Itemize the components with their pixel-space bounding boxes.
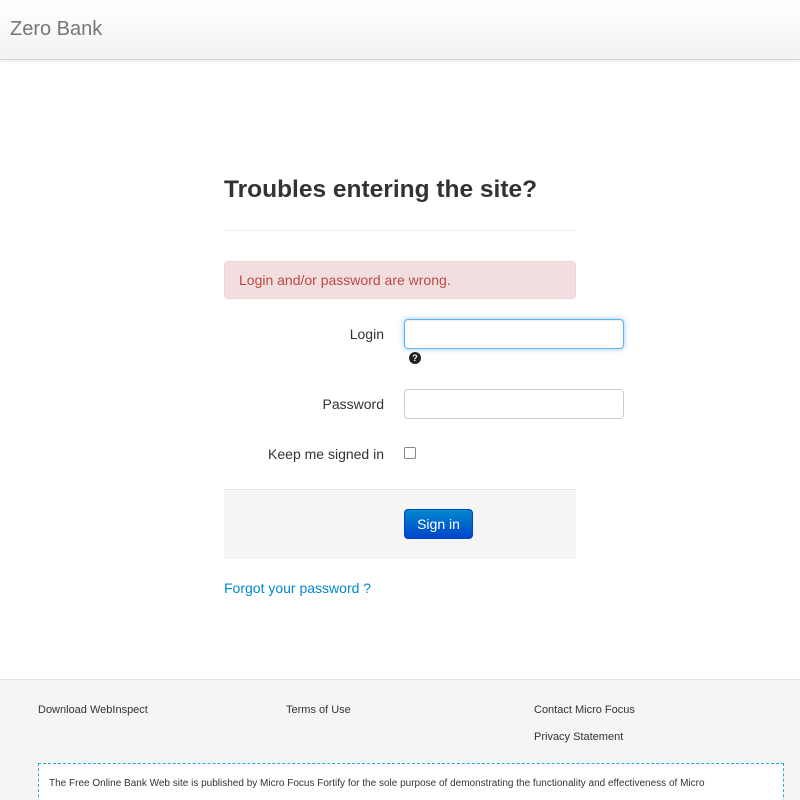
page-title: Troubles entering the site? <box>224 176 538 203</box>
brand-link[interactable]: Zero Bank <box>10 18 102 41</box>
footer-link-privacy-statement[interactable]: Privacy Statement <box>534 731 623 743</box>
form-actions <box>224 489 576 559</box>
title-divider <box>224 230 576 231</box>
keep-signed-in-checkbox[interactable] <box>404 447 416 459</box>
password-input[interactable] <box>404 389 624 419</box>
login-input[interactable] <box>404 319 624 349</box>
error-alert: Login and/or password are wrong. <box>224 261 576 299</box>
disclaimer-text: The Free Online Bank Web site is publish… <box>49 778 705 789</box>
disclaimer-box: The Free Online Bank Web site is publish… <box>38 763 784 800</box>
password-label: Password <box>322 396 384 412</box>
top-navbar: Zero Bank <box>0 0 800 60</box>
footer-link-terms-of-use[interactable]: Terms of Use <box>286 704 351 716</box>
help-question-icon[interactable]: ? <box>409 352 421 364</box>
keep-signed-in-label: Keep me signed in <box>268 446 384 462</box>
sign-in-button[interactable]: Sign in <box>404 509 473 539</box>
footer-link-download-webinspect[interactable]: Download WebInspect <box>38 704 148 716</box>
error-alert-text: Login and/or password are wrong. <box>239 272 451 288</box>
login-label: Login <box>349 326 384 342</box>
footer-link-contact[interactable]: Contact Micro Focus <box>534 704 635 716</box>
forgot-password-link[interactable]: Forgot your password ? <box>224 580 371 596</box>
